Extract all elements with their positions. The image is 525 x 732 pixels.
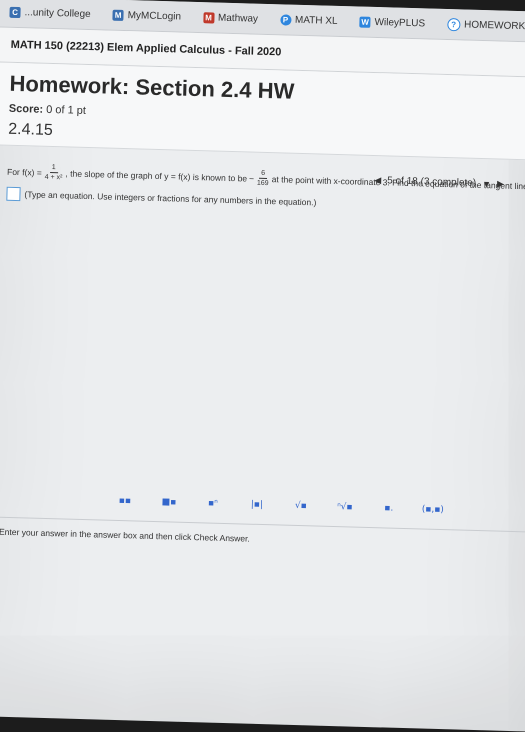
bookmark-homework[interactable]: ? HOMEWORK SOLU... [446,17,525,34]
fraction-icon[interactable]: ▪▪ [113,492,137,511]
browser-screen: C ...unity College M MyMCLogin M Mathway… [0,0,525,732]
college-icon: C [9,6,21,18]
course-title: MATH 150 (22213) Elem Applied Calculus -… [10,38,282,59]
next-question-icon[interactable]: ▶ [497,178,504,189]
homework-header: Homework: Section 2.4 HW Score: 0 of 1 p… [0,61,525,161]
math-palette: ▪▪ ■▪ ▪ⁿ |▪| √▪ ⁿ√▪ ▪. (▪,▪) [113,492,445,519]
exponent-icon[interactable]: ▪ⁿ [201,494,225,513]
bookmark-college[interactable]: C ...unity College [9,6,91,20]
answer-input[interactable] [6,186,21,202]
score-value: 0 of 1 pt [45,103,87,117]
prev-question-icon[interactable]: ◀ [374,175,381,186]
slope-fraction: 6 169 [256,168,269,188]
homework-icon: ? [446,17,461,31]
enter-answer-hint: Enter your answer in the answer box and … [0,526,250,544]
mathway-icon: M [202,11,215,23]
mathxl-icon: P [279,13,292,26]
decimal-icon[interactable]: ▪. [377,499,401,518]
ordered-pair-icon[interactable]: (▪,▪) [421,500,445,519]
absolute-value-icon[interactable]: |▪| [245,496,269,515]
bookmark-mathway[interactable]: M Mathway [202,11,258,24]
bookmark-wileyplus[interactable]: W WileyPLUS [359,16,425,29]
wiley-icon: W [359,16,371,28]
bookmark-mymclogin[interactable]: M MyMCLogin [112,9,181,22]
sqrt-icon[interactable]: √▪ [289,497,313,516]
question-area: For f(x) = 1 4 + x² , the slope of the g… [0,145,525,232]
nth-root-icon[interactable]: ⁿ√▪ [333,498,357,517]
answer-instruction: (Type an equation. Use integers or fract… [24,189,317,208]
function-fraction: 1 4 + x² [44,162,63,182]
bookmark-mathxl[interactable]: P MATH XL [279,13,338,26]
dropdown-icon[interactable]: ▼ [482,179,491,189]
mymc-icon: M [112,9,124,21]
mixed-number-icon[interactable]: ■▪ [157,493,181,512]
